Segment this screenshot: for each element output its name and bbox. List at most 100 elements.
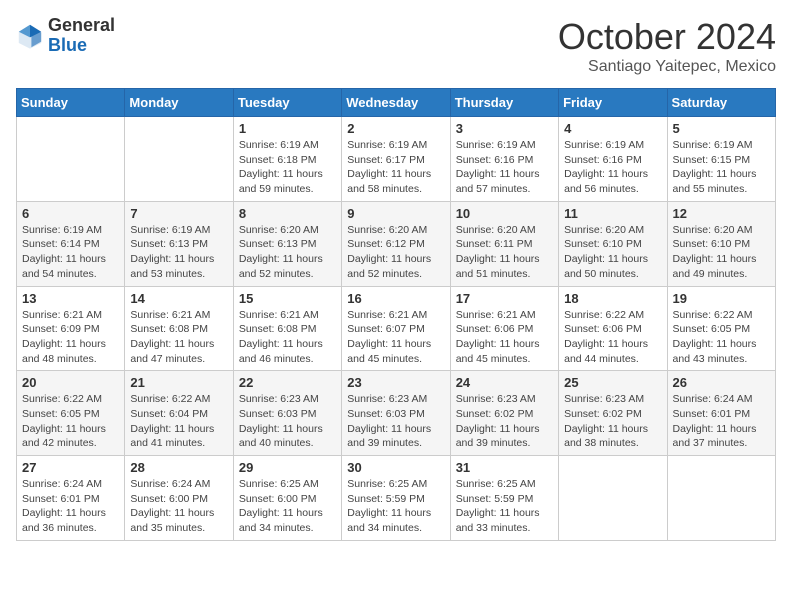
calendar-cell: 6 Sunrise: 6:19 AM Sunset: 6:14 PM Daylig…: [17, 201, 125, 286]
day-info: Sunrise: 6:24 AM Sunset: 6:01 PM Dayligh…: [673, 392, 770, 451]
day-info: Sunrise: 6:20 AM Sunset: 6:11 PM Dayligh…: [456, 223, 553, 282]
day-info: Sunrise: 6:20 AM Sunset: 6:13 PM Dayligh…: [239, 223, 336, 282]
calendar-week-4: 20 Sunrise: 6:22 AM Sunset: 6:05 PM Dayli…: [17, 371, 776, 456]
day-number: 21: [130, 375, 227, 390]
calendar-cell: 27 Sunrise: 6:24 AM Sunset: 6:01 PM Dayli…: [17, 456, 125, 541]
calendar-cell: 23 Sunrise: 6:23 AM Sunset: 6:03 PM Dayli…: [342, 371, 450, 456]
day-info: Sunrise: 6:21 AM Sunset: 6:08 PM Dayligh…: [239, 308, 336, 367]
calendar-cell: 3 Sunrise: 6:19 AM Sunset: 6:16 PM Daylig…: [450, 117, 558, 202]
day-number: 24: [456, 375, 553, 390]
calendar-cell: 14 Sunrise: 6:21 AM Sunset: 6:08 PM Dayli…: [125, 286, 233, 371]
day-info: Sunrise: 6:19 AM Sunset: 6:13 PM Dayligh…: [130, 223, 227, 282]
day-number: 4: [564, 121, 661, 136]
calendar-cell: 19Sunrise: 6:22 AM Sunset: 6:05 PM Dayli…: [667, 286, 775, 371]
day-number: 15: [239, 291, 336, 306]
calendar-cell: 15 Sunrise: 6:21 AM Sunset: 6:08 PM Dayli…: [233, 286, 341, 371]
calendar-cell: 29Sunrise: 6:25 AM Sunset: 6:00 PM Dayli…: [233, 456, 341, 541]
day-info: Sunrise: 6:19 AM Sunset: 6:16 PM Dayligh…: [564, 138, 661, 197]
day-info: Sunrise: 6:25 AM Sunset: 6:00 PM Dayligh…: [239, 477, 336, 536]
day-info: Sunrise: 6:23 AM Sunset: 6:02 PM Dayligh…: [564, 392, 661, 451]
day-info: Sunrise: 6:22 AM Sunset: 6:06 PM Dayligh…: [564, 308, 661, 367]
location-title: Santiago Yaitepec, Mexico: [558, 58, 776, 76]
calendar-cell: 16 Sunrise: 6:21 AM Sunset: 6:07 PM Dayli…: [342, 286, 450, 371]
day-number: 12: [673, 206, 770, 221]
weekday-header-saturday: Saturday: [667, 89, 775, 117]
day-info: Sunrise: 6:23 AM Sunset: 6:03 PM Dayligh…: [239, 392, 336, 451]
calendar-cell: 30 Sunrise: 6:25 AM Sunset: 5:59 PM Dayli…: [342, 456, 450, 541]
weekday-header-wednesday: Wednesday: [342, 89, 450, 117]
day-number: 23: [347, 375, 444, 390]
weekday-header-thursday: Thursday: [450, 89, 558, 117]
logo-general-text: General: [48, 16, 115, 36]
calendar-cell: [125, 117, 233, 202]
calendar-week-3: 13Sunrise: 6:21 AM Sunset: 6:09 PM Dayli…: [17, 286, 776, 371]
day-info: Sunrise: 6:19 AM Sunset: 6:15 PM Dayligh…: [673, 138, 770, 197]
calendar-cell: 28Sunrise: 6:24 AM Sunset: 6:00 PM Dayli…: [125, 456, 233, 541]
day-number: 20: [22, 375, 119, 390]
calendar-cell: [667, 456, 775, 541]
day-number: 14: [130, 291, 227, 306]
day-number: 8: [239, 206, 336, 221]
calendar-cell: 7 Sunrise: 6:19 AM Sunset: 6:13 PM Daylig…: [125, 201, 233, 286]
day-info: Sunrise: 6:21 AM Sunset: 6:08 PM Dayligh…: [130, 308, 227, 367]
day-info: Sunrise: 6:22 AM Sunset: 6:05 PM Dayligh…: [22, 392, 119, 451]
day-info: Sunrise: 6:23 AM Sunset: 6:02 PM Dayligh…: [456, 392, 553, 451]
day-info: Sunrise: 6:24 AM Sunset: 6:01 PM Dayligh…: [22, 477, 119, 536]
calendar-cell: 22Sunrise: 6:23 AM Sunset: 6:03 PM Dayli…: [233, 371, 341, 456]
weekday-header-sunday: Sunday: [17, 89, 125, 117]
weekday-row: SundayMondayTuesdayWednesdayThursdayFrid…: [17, 89, 776, 117]
day-info: Sunrise: 6:19 AM Sunset: 6:16 PM Dayligh…: [456, 138, 553, 197]
day-number: 7: [130, 206, 227, 221]
day-info: Sunrise: 6:19 AM Sunset: 6:14 PM Dayligh…: [22, 223, 119, 282]
calendar-cell: 2 Sunrise: 6:19 AM Sunset: 6:17 PM Daylig…: [342, 117, 450, 202]
day-info: Sunrise: 6:25 AM Sunset: 5:59 PM Dayligh…: [456, 477, 553, 536]
weekday-header-monday: Monday: [125, 89, 233, 117]
logo-icon: [16, 22, 44, 50]
calendar-cell: 26Sunrise: 6:24 AM Sunset: 6:01 PM Dayli…: [667, 371, 775, 456]
calendar-body: 1 Sunrise: 6:19 AM Sunset: 6:18 PM Daylig…: [17, 117, 776, 541]
weekday-header-tuesday: Tuesday: [233, 89, 341, 117]
calendar-week-2: 6 Sunrise: 6:19 AM Sunset: 6:14 PM Daylig…: [17, 201, 776, 286]
day-info: Sunrise: 6:20 AM Sunset: 6:10 PM Dayligh…: [673, 223, 770, 282]
day-info: Sunrise: 6:20 AM Sunset: 6:10 PM Dayligh…: [564, 223, 661, 282]
day-number: 25: [564, 375, 661, 390]
calendar-cell: 1 Sunrise: 6:19 AM Sunset: 6:18 PM Daylig…: [233, 117, 341, 202]
calendar-cell: 25 Sunrise: 6:23 AM Sunset: 6:02 PM Dayli…: [559, 371, 667, 456]
calendar-cell: 21 Sunrise: 6:22 AM Sunset: 6:04 PM Dayli…: [125, 371, 233, 456]
day-info: Sunrise: 6:24 AM Sunset: 6:00 PM Dayligh…: [130, 477, 227, 536]
calendar-cell: 24 Sunrise: 6:23 AM Sunset: 6:02 PM Dayli…: [450, 371, 558, 456]
calendar-week-1: 1 Sunrise: 6:19 AM Sunset: 6:18 PM Daylig…: [17, 117, 776, 202]
day-number: 27: [22, 460, 119, 475]
day-info: Sunrise: 6:21 AM Sunset: 6:06 PM Dayligh…: [456, 308, 553, 367]
day-info: Sunrise: 6:22 AM Sunset: 6:05 PM Dayligh…: [673, 308, 770, 367]
weekday-header-friday: Friday: [559, 89, 667, 117]
calendar-cell: 20 Sunrise: 6:22 AM Sunset: 6:05 PM Dayli…: [17, 371, 125, 456]
day-number: 3: [456, 121, 553, 136]
calendar-cell: 12 Sunrise: 6:20 AM Sunset: 6:10 PM Dayli…: [667, 201, 775, 286]
calendar-week-5: 27 Sunrise: 6:24 AM Sunset: 6:01 PM Dayli…: [17, 456, 776, 541]
day-info: Sunrise: 6:19 AM Sunset: 6:17 PM Dayligh…: [347, 138, 444, 197]
day-number: 2: [347, 121, 444, 136]
calendar-cell: 9Sunrise: 6:20 AM Sunset: 6:12 PM Daylig…: [342, 201, 450, 286]
day-number: 16: [347, 291, 444, 306]
logo-blue-text: Blue: [48, 36, 115, 56]
day-info: Sunrise: 6:19 AM Sunset: 6:18 PM Dayligh…: [239, 138, 336, 197]
day-number: 10: [456, 206, 553, 221]
calendar-cell: [559, 456, 667, 541]
logo: General Blue: [16, 16, 115, 56]
day-info: Sunrise: 6:22 AM Sunset: 6:04 PM Dayligh…: [130, 392, 227, 451]
calendar-cell: 5 Sunrise: 6:19 AM Sunset: 6:15 PM Daylig…: [667, 117, 775, 202]
day-number: 17: [456, 291, 553, 306]
day-number: 1: [239, 121, 336, 136]
day-number: 6: [22, 206, 119, 221]
day-number: 30: [347, 460, 444, 475]
calendar-cell: 11Sunrise: 6:20 AM Sunset: 6:10 PM Dayli…: [559, 201, 667, 286]
day-info: Sunrise: 6:23 AM Sunset: 6:03 PM Dayligh…: [347, 392, 444, 451]
day-number: 5: [673, 121, 770, 136]
calendar-cell: 17 Sunrise: 6:21 AM Sunset: 6:06 PM Dayli…: [450, 286, 558, 371]
calendar-cell: 4 Sunrise: 6:19 AM Sunset: 6:16 PM Daylig…: [559, 117, 667, 202]
day-info: Sunrise: 6:21 AM Sunset: 6:09 PM Dayligh…: [22, 308, 119, 367]
day-info: Sunrise: 6:25 AM Sunset: 5:59 PM Dayligh…: [347, 477, 444, 536]
day-info: Sunrise: 6:20 AM Sunset: 6:12 PM Dayligh…: [347, 223, 444, 282]
day-info: Sunrise: 6:21 AM Sunset: 6:07 PM Dayligh…: [347, 308, 444, 367]
